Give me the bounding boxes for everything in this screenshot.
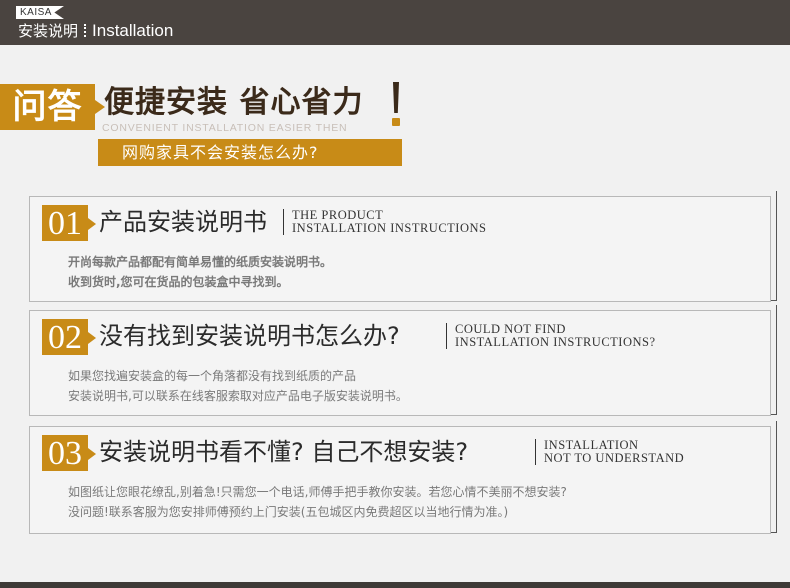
card-desc-line1: 如果您找遍安装盒的每一个角落都没有找到纸质的产品 [68, 369, 357, 383]
faq-card-2: 02 没有找到安装说明书怎么办? COULD NOT FIND INSTALLAT… [29, 310, 771, 416]
card-number: 03 [42, 435, 96, 472]
card-title-en: INSTALLATION NOT TO UNDERSTAND [535, 439, 684, 465]
card-desc: 如图纸让您眼花缭乱,别着急!只需您一个电话,师傅手把手教你安装。若您心情不美丽不… [68, 482, 567, 522]
faq-card-1: 01 产品安装说明书 THE PRODUCT INSTALLATION INSTR… [29, 196, 771, 302]
hero-slogan: 便捷安装 省心省力 [104, 85, 364, 120]
brand-logo: KAISA [16, 6, 64, 19]
card-desc-line1: 开尚每款产品都配有简单易懂的纸质安装说明书。 [68, 255, 333, 269]
qa-badge: 问答 [0, 84, 105, 130]
hero-slogan-en: CONVENIENT INSTALLATION EASIER THEN [102, 122, 348, 134]
card-desc-line2: 没问题!联系客服为您安排师傅预约上门安装(五包城区内免费超区以当地行情为准。) [68, 505, 509, 519]
header-bar: KAISA 安装说明 Installation [0, 0, 790, 45]
card-title: 没有找到安装说明书怎么办? [99, 322, 400, 350]
card-title: 产品安装说明书 [99, 208, 267, 236]
footer-bar [0, 582, 790, 588]
header-title: 安装说明 Installation [18, 21, 173, 41]
card-title-en: COULD NOT FIND INSTALLATION INSTRUCTIONS? [446, 323, 656, 349]
header-divider [84, 24, 88, 37]
header-title-cn: 安装说明 [18, 22, 79, 40]
card-title-en-line2: INSTALLATION INSTRUCTIONS? [455, 335, 656, 349]
faq-card-3: 03 安装说明书看不懂? 自己不想安装? INSTALLATION NOT TO … [29, 426, 771, 534]
card-title-en-line2: INSTALLATION INSTRUCTIONS [292, 221, 487, 235]
card-desc-line1: 如图纸让您眼花缭乱,别着急!只需您一个电话,师傅手把手教你安装。若您心情不美丽不… [68, 485, 567, 499]
exclamation-icon [392, 82, 406, 128]
card-title: 安装说明书看不懂? 自己不想安装? [99, 438, 469, 466]
card-title-en: THE PRODUCT INSTALLATION INSTRUCTIONS [283, 209, 486, 235]
card-number: 01 [42, 205, 96, 242]
card-title-en-line2: NOT TO UNDERSTAND [544, 451, 685, 465]
card-number: 02 [42, 319, 96, 356]
card-desc: 开尚每款产品都配有简单易懂的纸质安装说明书。 收到货时,您可在货品的包装盒中寻找到… [68, 252, 332, 292]
header-title-en: Installation [92, 21, 174, 40]
card-desc-line2: 收到货时,您可在货品的包装盒中寻找到。 [68, 275, 289, 289]
card-desc-line2: 安装说明书,可以联系在线客服索取对应产品电子版安装说明书。 [68, 389, 408, 403]
question-banner: 网购家具不会安装怎么办? [98, 139, 402, 166]
card-desc: 如果您找遍安装盒的每一个角落都没有找到纸质的产品安装说明书,可以联系在线客服索取… [68, 366, 408, 406]
